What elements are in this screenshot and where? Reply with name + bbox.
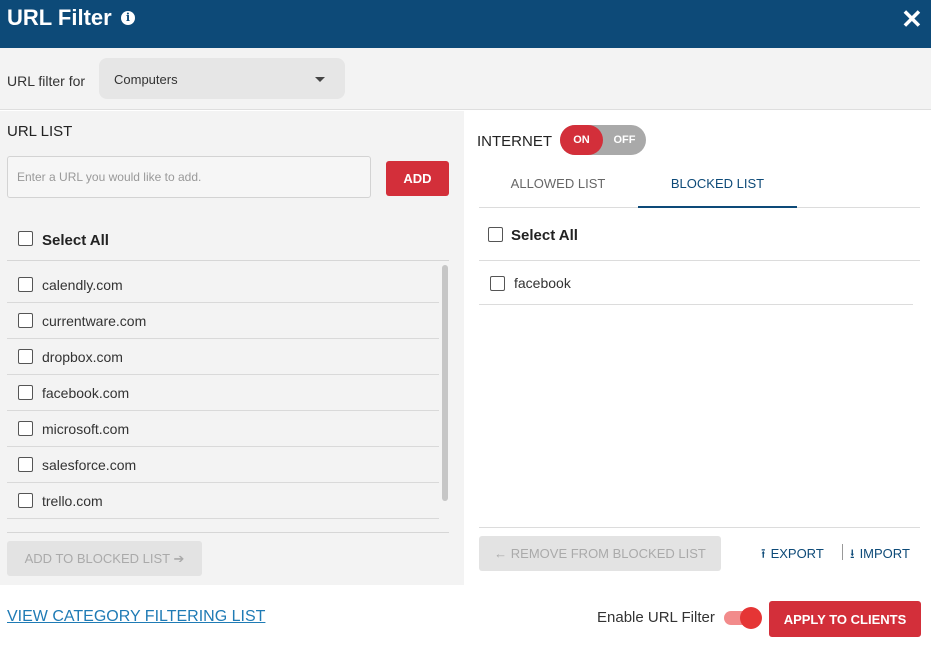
filter-target-value: Computers (114, 72, 178, 87)
caret-down-icon (315, 77, 325, 82)
blocked-item-checkbox[interactable] (490, 276, 505, 291)
filter-bar: URL filter for Computers (0, 48, 931, 110)
tab-blocked-list[interactable]: BLOCKED LIST (638, 166, 797, 208)
blocked-item-label: facebook (514, 275, 571, 291)
url-list-panel: URL LIST ADD Select All calendly.com cur… (0, 111, 464, 585)
add-url-button[interactable]: ADD (386, 161, 449, 196)
url-checkbox[interactable] (18, 313, 33, 328)
url-input[interactable] (7, 156, 371, 198)
url-list-scrollbar[interactable] (442, 265, 448, 501)
divider (842, 544, 843, 560)
url-label: microsoft.com (42, 421, 130, 437)
select-all-label: Select All (511, 227, 578, 244)
filter-target-select[interactable]: Computers (99, 58, 345, 99)
divider (7, 532, 449, 533)
select-all-label: Select All (42, 232, 109, 249)
list-item[interactable]: calendly.com (7, 267, 439, 303)
url-label: salesforce.com (42, 457, 137, 473)
url-label: trello.com (42, 493, 103, 509)
url-list-select-all[interactable]: Select All (7, 223, 449, 261)
import-label: IMPORT (859, 546, 910, 561)
blocked-list-select-all[interactable]: Select All (479, 215, 920, 261)
list-item[interactable]: trello.com (7, 483, 439, 519)
list-item[interactable]: currentware.com (7, 303, 439, 339)
url-list-title: URL LIST (7, 123, 73, 140)
toggle-off-label: OFF (613, 134, 636, 146)
list-item[interactable]: microsoft.com (7, 411, 439, 447)
add-to-blocked-label: ADD TO BLOCKED LIST (24, 551, 170, 566)
url-checkbox[interactable] (18, 457, 33, 472)
add-to-blocked-button[interactable]: ADD TO BLOCKED LIST ➔ (7, 541, 202, 576)
url-checkbox[interactable] (18, 493, 33, 508)
export-button[interactable]: ⭱ EXPORT (761, 545, 824, 567)
select-all-checkbox[interactable] (488, 227, 503, 242)
select-all-checkbox[interactable] (18, 231, 33, 246)
url-checkbox[interactable] (18, 385, 33, 400)
import-button[interactable]: ⭳ IMPORT (850, 545, 910, 567)
arrow-right-icon: ➔ (173, 551, 185, 566)
dialog-footer: VIEW CATEGORY FILTERING LIST Enable URL … (0, 585, 931, 645)
list-panel: INTERNET ON OFF ALLOWED LIST BLOCKED LIS… (464, 111, 931, 585)
url-checkbox[interactable] (18, 349, 33, 364)
close-icon[interactable]: ✕ (901, 6, 923, 32)
url-list: calendly.com currentware.com dropbox.com… (7, 267, 439, 522)
apply-to-clients-button[interactable]: APPLY TO CLIENTS (769, 601, 921, 637)
list-tabs: ALLOWED LIST BLOCKED LIST (479, 166, 920, 208)
view-category-filtering-link[interactable]: VIEW CATEGORY FILTERING LIST (7, 608, 265, 626)
filter-for-label: URL filter for (7, 73, 86, 89)
enable-url-filter-switch[interactable] (724, 607, 762, 629)
toggle-on-label: ON (560, 125, 603, 155)
list-item[interactable]: salesforce.com (7, 447, 439, 483)
dialog-header: URL Filter i ✕ (0, 0, 931, 48)
list-item[interactable]: facebook (479, 261, 913, 305)
url-label: calendly.com (42, 277, 123, 293)
export-label: EXPORT (770, 546, 824, 561)
list-item[interactable]: facebook.com (7, 375, 439, 411)
url-label: dropbox.com (42, 349, 123, 365)
remove-from-blocked-button[interactable]: ← REMOVE FROM BLOCKED LIST (479, 536, 721, 571)
dialog-title: URL Filter (7, 5, 112, 30)
internet-toggle[interactable]: ON OFF (560, 125, 646, 155)
arrow-left-icon: ← (494, 546, 508, 561)
url-label: facebook.com (42, 385, 130, 401)
switch-knob (740, 607, 762, 629)
remove-from-blocked-label: REMOVE FROM BLOCKED LIST (510, 546, 706, 561)
divider (479, 527, 920, 528)
download-icon: ⭳ (850, 546, 855, 561)
info-icon[interactable]: i (121, 11, 135, 25)
internet-label: INTERNET (477, 133, 552, 150)
url-checkbox[interactable] (18, 277, 33, 292)
list-item[interactable]: dropbox.com (7, 339, 439, 375)
tab-allowed-list[interactable]: ALLOWED LIST (479, 166, 637, 208)
upload-icon: ⭱ (761, 546, 766, 561)
enable-url-filter-label: Enable URL Filter (597, 609, 715, 626)
url-checkbox[interactable] (18, 421, 33, 436)
url-label: currentware.com (42, 313, 147, 329)
